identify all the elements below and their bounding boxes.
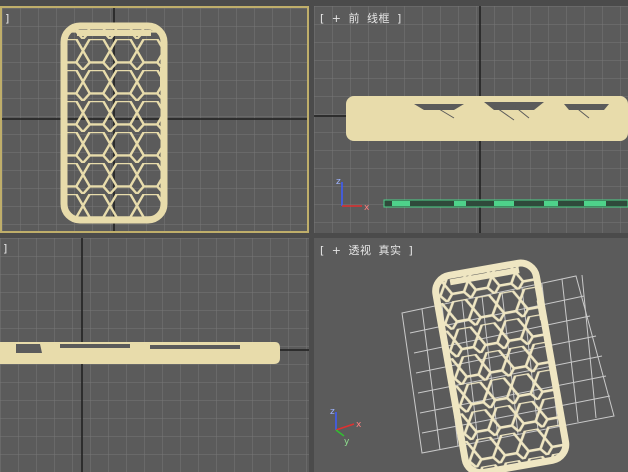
viewport-perspective-label[interactable]: [ + 透视 真实 ] — [320, 242, 416, 258]
viewport-left[interactable]: ] — [0, 238, 309, 472]
phone-case-top-view — [60, 22, 168, 224]
top-grid — [2, 8, 307, 231]
front-grid: z x — [314, 6, 628, 233]
bracket-close: ] — [408, 244, 414, 257]
phone-case-side-view — [0, 342, 280, 364]
viewport-front-label[interactable]: [ + 前 线框 ] — [320, 10, 405, 26]
svg-text:y: y — [344, 437, 350, 447]
axis-gizmo-perspective: z x y — [330, 407, 362, 447]
svg-text:z: z — [330, 407, 335, 417]
viewport-left-label[interactable]: ] — [3, 242, 11, 255]
bracket-open: [ — [320, 12, 325, 25]
phone-case-front-view — [346, 96, 628, 141]
viewport-name[interactable]: 前 — [349, 12, 361, 25]
left-grid — [0, 238, 309, 472]
bracket-open: [ — [320, 244, 325, 257]
viewport-shading[interactable]: 真实 — [379, 244, 402, 257]
viewport-top-label[interactable]: ] — [5, 12, 13, 25]
perspective-grid: z x y — [330, 259, 615, 472]
svg-text:z: z — [336, 177, 341, 187]
bracket-close: ] — [5, 12, 10, 25]
bracket-close: ] — [397, 12, 402, 25]
svg-text:x: x — [356, 420, 362, 430]
viewport-top[interactable]: ] — [0, 6, 309, 233]
svg-text:x: x — [364, 203, 370, 213]
viewport-menu-plus[interactable]: + — [332, 12, 342, 25]
bracket-close: ] — [3, 242, 8, 255]
viewport-name[interactable]: 透视 — [349, 244, 372, 257]
viewport-menu-plus[interactable]: + — [332, 244, 342, 257]
selection-strip — [383, 199, 628, 208]
viewport-perspective[interactable]: z x y [ + 透视 真实 ] — [314, 238, 628, 472]
viewport-front[interactable]: z x [ + 前 线框 ] — [314, 6, 628, 233]
viewport-shading[interactable]: 线框 — [367, 12, 390, 25]
